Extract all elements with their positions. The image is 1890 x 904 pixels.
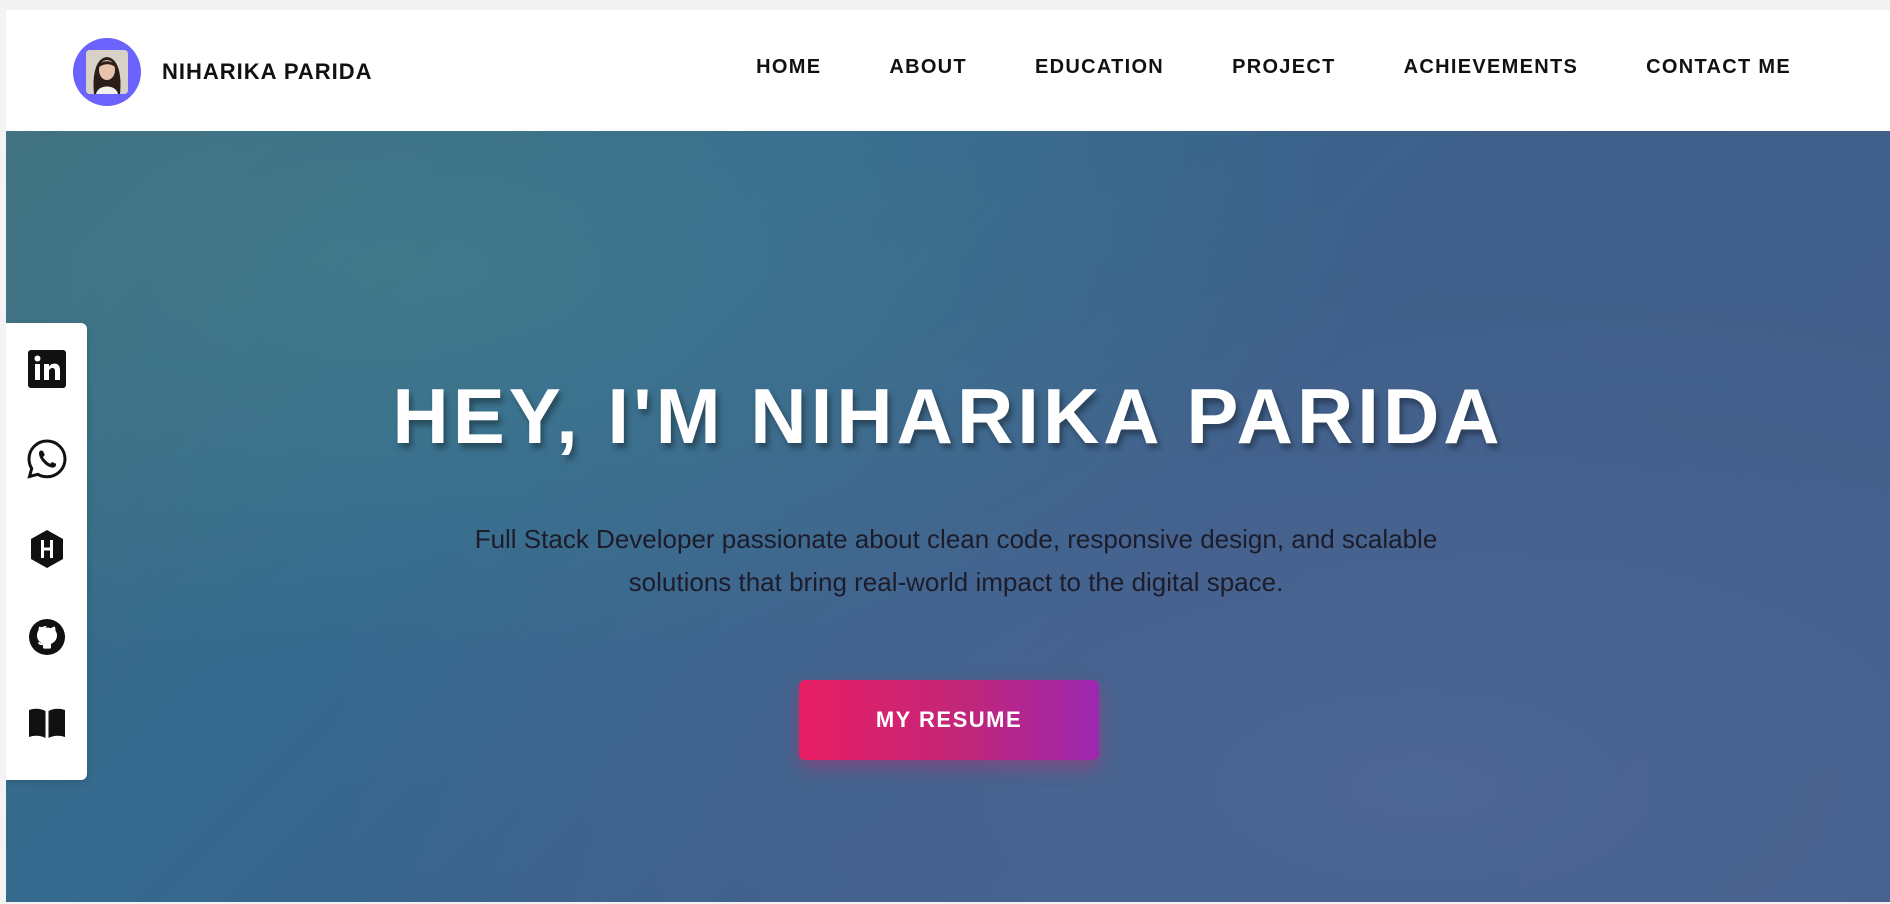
whatsapp-link[interactable] xyxy=(26,438,68,480)
nav-achievements[interactable]: ACHIEVEMENTS xyxy=(1404,56,1579,79)
resume-button[interactable]: MY RESUME xyxy=(799,680,1099,760)
nav-project[interactable]: PROJECT xyxy=(1232,56,1336,79)
github-icon xyxy=(29,619,65,655)
hero-subtitle: Full Stack Developer passionate about cl… xyxy=(474,524,1438,597)
book-link[interactable] xyxy=(26,702,68,744)
hackerrank-link[interactable] xyxy=(26,528,68,570)
social-sidebar xyxy=(6,323,87,780)
hackerrank-icon xyxy=(31,530,63,568)
brand[interactable]: NIHARIKA PARIDA xyxy=(73,38,373,106)
brand-name: NIHARIKA PARIDA xyxy=(162,59,373,84)
nav-menu: HOME ABOUT EDUCATION PROJECT ACHIEVEMENT… xyxy=(688,56,1791,79)
avatar-photo xyxy=(86,50,128,94)
hero-title: HEY, I'M NIHARIKA PARIDA xyxy=(392,372,1504,460)
page: NIHARIKA PARIDA HOME ABOUT EDUCATION PRO… xyxy=(6,10,1890,902)
linkedin-link[interactable] xyxy=(26,348,68,390)
linkedin-icon xyxy=(28,350,66,388)
navbar: NIHARIKA PARIDA HOME ABOUT EDUCATION PRO… xyxy=(6,10,1890,131)
github-link[interactable] xyxy=(26,616,68,658)
nav-contact-me[interactable]: CONTACT ME xyxy=(1646,56,1791,79)
nav-about[interactable]: ABOUT xyxy=(889,56,967,79)
whatsapp-icon xyxy=(27,439,67,479)
book-icon xyxy=(29,708,65,738)
nav-home[interactable]: HOME xyxy=(756,56,821,79)
nav-education[interactable]: EDUCATION xyxy=(1035,56,1164,79)
hero-section: HEY, I'M NIHARIKA PARIDA Full Stack Deve… xyxy=(6,131,1890,902)
avatar xyxy=(73,38,141,106)
